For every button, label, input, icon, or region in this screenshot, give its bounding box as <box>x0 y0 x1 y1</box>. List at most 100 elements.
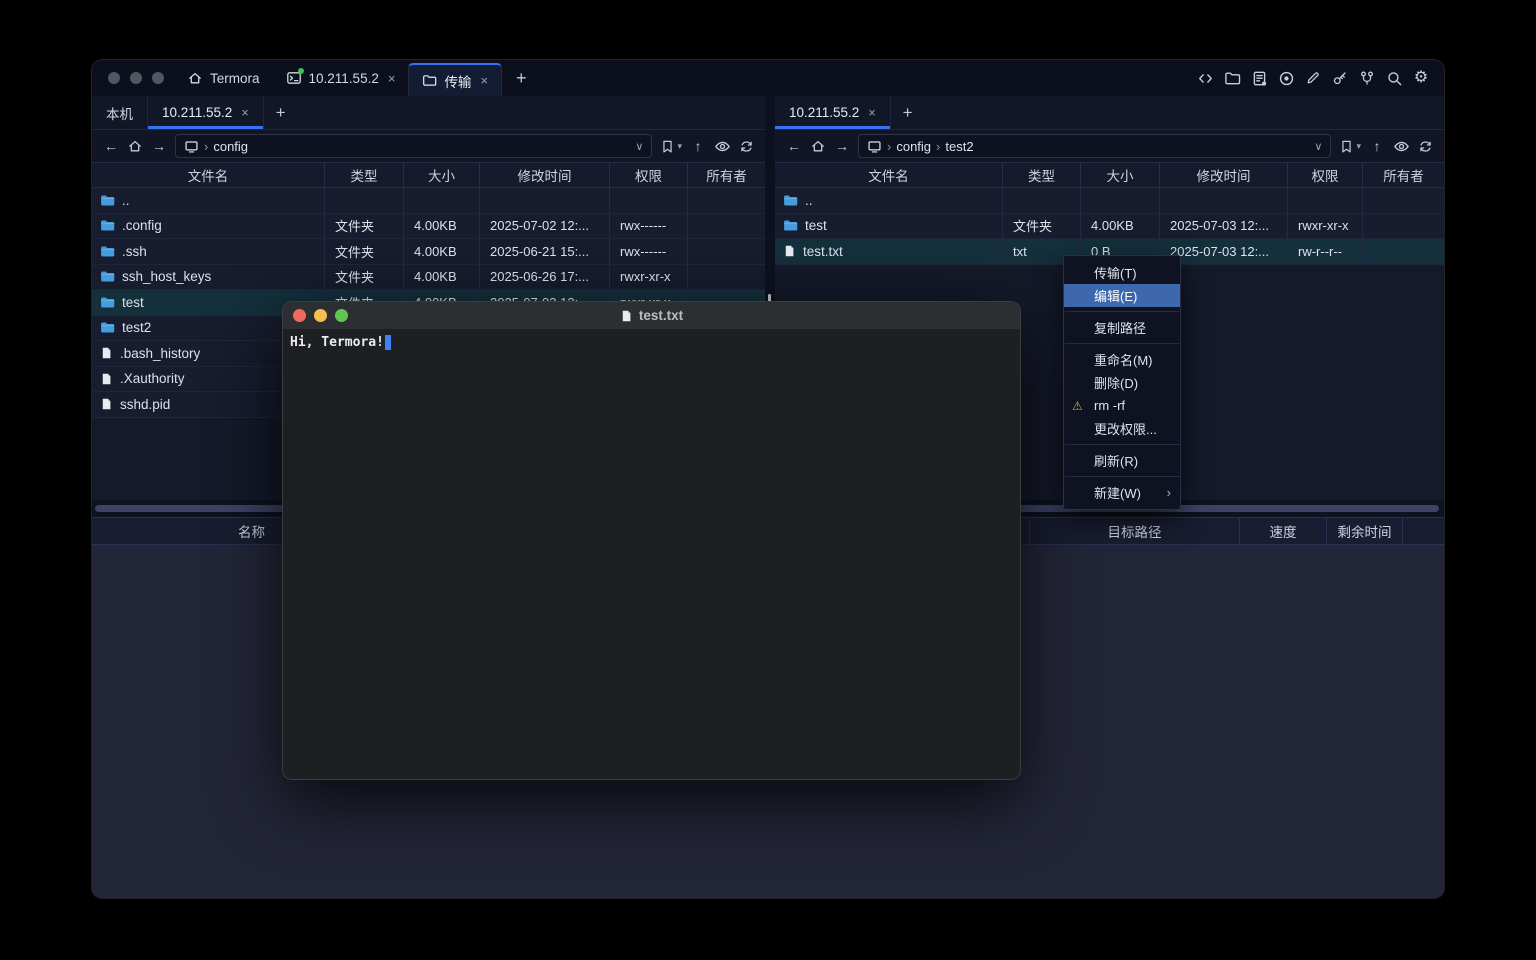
column-header[interactable]: 类型 <box>1003 163 1081 187</box>
cell-modified <box>480 188 610 213</box>
maximize-window-button[interactable] <box>335 309 348 322</box>
key-icon[interactable] <box>1331 69 1349 87</box>
cell-owner <box>1363 239 1444 264</box>
close-tab-icon[interactable]: × <box>868 106 875 120</box>
column-header[interactable]: 剩余时间 <box>1327 518 1403 544</box>
menu-item-transfer[interactable]: 传输(T) <box>1064 261 1180 284</box>
pencil-icon[interactable] <box>1304 69 1322 87</box>
bookmark-button[interactable]: ▾ <box>660 139 682 154</box>
breadcrumb-segment[interactable]: test2 <box>945 139 973 154</box>
column-header[interactable]: 目标路径 <box>1030 518 1240 544</box>
column-header[interactable]: 权限 <box>610 163 688 187</box>
code-icon[interactable] <box>1196 69 1214 87</box>
column-header[interactable]: 速度 <box>1240 518 1327 544</box>
back-button[interactable]: ← <box>103 138 119 154</box>
maximize-window-button[interactable] <box>152 72 164 84</box>
show-hidden-toggle[interactable] <box>1393 138 1410 155</box>
file-icon <box>100 397 113 411</box>
tab-ssh-session[interactable]: 10.211.55.2 × <box>273 60 409 96</box>
file-name: .Xauthority <box>120 371 185 386</box>
record-icon[interactable] <box>1277 69 1295 87</box>
path-input[interactable]: › config › test2 ∨ <box>858 134 1331 158</box>
home-button[interactable] <box>127 138 143 154</box>
refresh-button[interactable] <box>739 139 754 154</box>
file-row[interactable]: test 文件夹 4.00KB 2025-07-03 12:... rwxr-x… <box>775 214 1444 240</box>
file-name: test.txt <box>803 244 843 259</box>
column-header[interactable]: 修改时间 <box>1160 163 1288 187</box>
column-header[interactable]: 所有者 <box>1363 163 1444 187</box>
folder-icon <box>100 244 115 259</box>
up-directory-button[interactable]: ↑ <box>690 138 706 154</box>
home-button[interactable] <box>810 138 826 154</box>
column-header[interactable]: 修改时间 <box>480 163 610 187</box>
keychain-icon[interactable] <box>1358 69 1376 87</box>
menu-item-copy-path[interactable]: 复制路径 <box>1064 316 1180 339</box>
tab-local-machine[interactable]: 本机 <box>92 96 148 129</box>
left-toolbar: ← → › config ∨ ▾ ↑ <box>92 130 765 162</box>
show-hidden-toggle[interactable] <box>714 138 731 155</box>
close-tab-icon[interactable]: × <box>388 71 396 86</box>
column-header[interactable]: 文件名 <box>775 163 1003 187</box>
menu-item-rename[interactable]: 重命名(M) <box>1064 348 1180 371</box>
menu-item-new[interactable]: 新建(W)› <box>1064 481 1180 504</box>
file-row[interactable]: ssh_host_keys 文件夹 4.00KB 2025-06-26 17:.… <box>92 265 765 291</box>
refresh-button[interactable] <box>1418 139 1433 154</box>
file-icon <box>100 346 113 360</box>
crumb-separator: › <box>936 139 940 154</box>
tab-remote-host[interactable]: 10.211.55.2 × <box>148 96 264 129</box>
settings-icon[interactable]: ⚙ <box>1412 69 1430 87</box>
menu-item-rm-rf[interactable]: ⚠rm -rf <box>1064 394 1180 417</box>
minimize-window-button[interactable] <box>130 72 142 84</box>
cell-modified: 2025-07-03 12:... <box>1160 214 1288 239</box>
log-icon[interactable] <box>1250 69 1268 87</box>
chevron-down-icon[interactable]: ∨ <box>635 140 643 153</box>
file-row[interactable]: .. <box>775 188 1444 214</box>
tab-termora-home[interactable]: Termora <box>174 60 273 96</box>
close-window-button[interactable] <box>108 72 120 84</box>
tab-remote-host[interactable]: 10.211.55.2 × <box>775 96 891 129</box>
breadcrumb-segment[interactable]: config <box>213 139 248 154</box>
bookmark-icon <box>660 139 675 154</box>
close-tab-icon[interactable]: × <box>480 73 488 88</box>
file-row[interactable]: .ssh 文件夹 4.00KB 2025-06-21 15:... rwx---… <box>92 239 765 265</box>
tab-transfer[interactable]: 传输 × <box>408 63 502 96</box>
menu-item-edit[interactable]: 编辑(E) <box>1064 284 1180 307</box>
file-row[interactable]: .config 文件夹 4.00KB 2025-07-02 12:... rwx… <box>92 214 765 240</box>
new-pane-tab-button[interactable]: + <box>891 96 925 129</box>
column-header[interactable]: 所有者 <box>688 163 765 187</box>
back-button[interactable]: ← <box>786 138 802 154</box>
close-tab-icon[interactable]: × <box>241 106 248 120</box>
up-directory-button[interactable]: ↑ <box>1369 138 1385 154</box>
caret-down-icon: ▾ <box>677 141 682 152</box>
menu-item-refresh[interactable]: 刷新(R) <box>1064 449 1180 472</box>
crumb-separator: › <box>887 139 891 154</box>
search-icon[interactable] <box>1385 69 1403 87</box>
left-pane-tabs: 本机 10.211.55.2 × + <box>92 96 765 130</box>
chevron-down-icon[interactable]: ∨ <box>1314 140 1322 153</box>
home-icon <box>187 70 203 86</box>
column-header[interactable]: 文件名 <box>92 163 325 187</box>
column-header[interactable]: 大小 <box>404 163 480 187</box>
menu-item-label: 传输(T) <box>1094 263 1137 282</box>
cell-owner <box>688 239 765 264</box>
menu-item-label: 编辑(E) <box>1094 286 1137 305</box>
column-header[interactable]: 大小 <box>1081 163 1160 187</box>
forward-button[interactable]: → <box>834 138 850 154</box>
path-input[interactable]: › config ∨ <box>175 134 652 158</box>
folder-icon[interactable] <box>1223 69 1241 87</box>
new-pane-tab-button[interactable]: + <box>264 96 298 129</box>
editor-content[interactable]: Hi, Termora! <box>283 330 1020 779</box>
cell-modified: 2025-06-21 15:... <box>480 239 610 264</box>
column-header[interactable]: 权限 <box>1288 163 1363 187</box>
file-row[interactable]: .. <box>92 188 765 214</box>
column-header[interactable]: 类型 <box>325 163 404 187</box>
editor-titlebar[interactable]: test.txt <box>283 302 1020 330</box>
bookmark-button[interactable]: ▾ <box>1339 139 1361 154</box>
breadcrumb-segment[interactable]: config <box>896 139 931 154</box>
minimize-window-button[interactable] <box>314 309 327 322</box>
menu-item-delete[interactable]: 删除(D) <box>1064 371 1180 394</box>
forward-button[interactable]: → <box>151 138 167 154</box>
close-window-button[interactable] <box>293 309 306 322</box>
menu-item-change-permissions[interactable]: 更改权限... <box>1064 417 1180 440</box>
new-tab-button[interactable]: + <box>502 60 541 96</box>
